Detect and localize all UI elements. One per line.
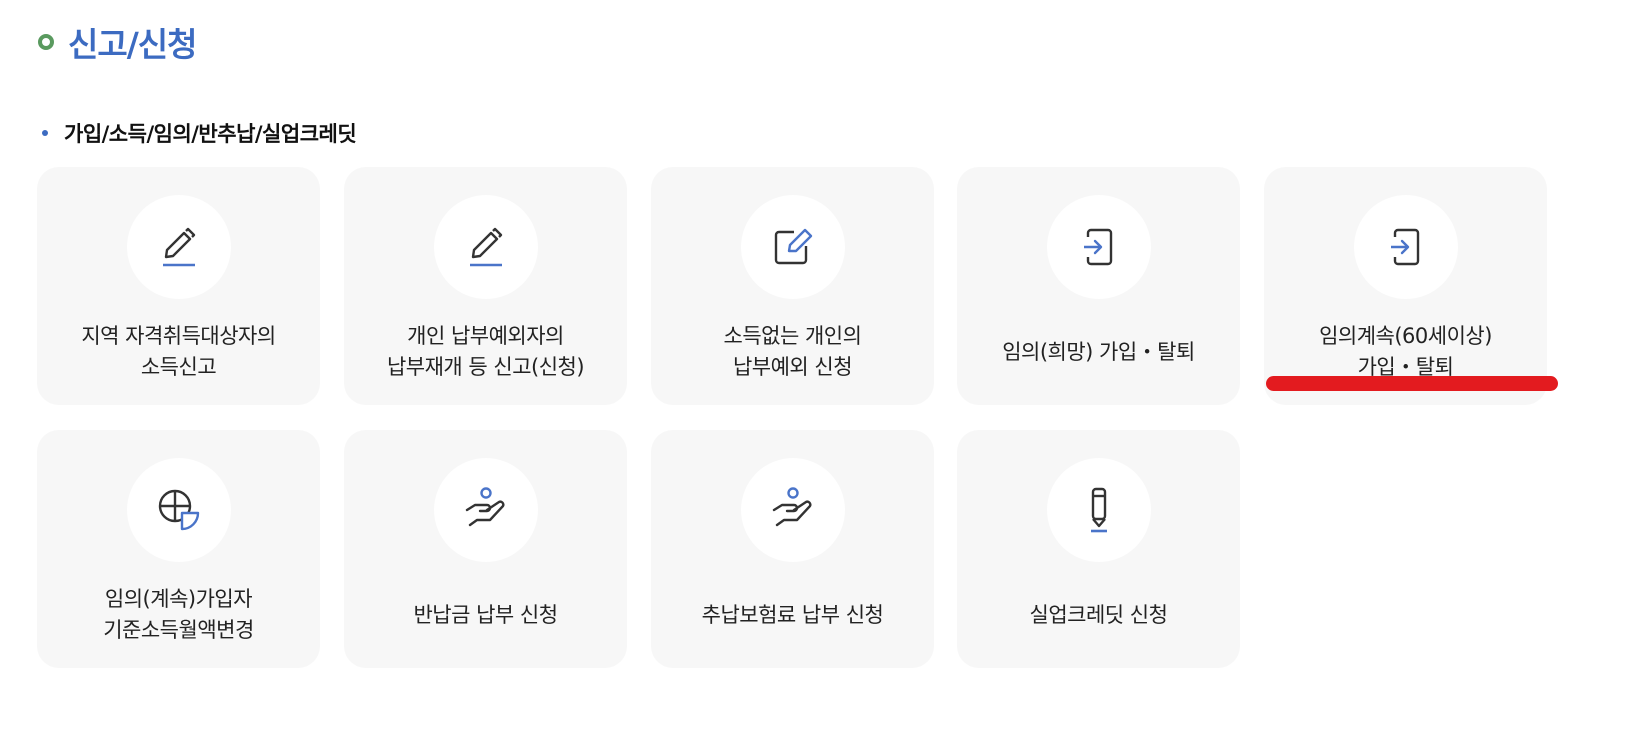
card-label: 반납금 납부 신청 (344, 562, 627, 668)
card-payment-exception[interactable]: 소득없는 개인의 납부예외 신청 (651, 167, 934, 405)
edit-square-icon (774, 228, 812, 265)
icon-circle (740, 195, 845, 299)
card-label: 실업크레딧 신청 (957, 562, 1240, 668)
card-label: 개인 납부예외자의 납부재개 등 신고(신청) (344, 299, 627, 405)
login-arrow-icon (1083, 228, 1112, 266)
pencil-underline-icon (162, 227, 195, 267)
icon-circle (126, 195, 231, 299)
section-heading: 가입/소득/임의/반추납/실업크레딧 (42, 118, 357, 148)
card-label: 임의(희망) 가입・탈퇴 (957, 299, 1240, 405)
card-refund-payment[interactable]: 반납금 납부 신청 (344, 430, 627, 668)
bullet-icon (42, 130, 48, 136)
card-payment-resume[interactable]: 개인 납부예외자의 납부재개 등 신고(신청) (344, 167, 627, 405)
card-label-line2: 기준소득월액변경 (103, 618, 254, 642)
icon-circle (1353, 195, 1458, 299)
card-label-line1: 소득없는 개인의 (723, 324, 862, 348)
red-underline-annotation (1266, 376, 1558, 391)
card-income-report[interactable]: 지역 자격취득대상자의 소득신고 (37, 167, 320, 405)
card-unemployment-credit[interactable]: 실업크레딧 신청 (957, 430, 1240, 668)
card-income-change[interactable]: 임의(계속)가입자 기준소득월액변경 (37, 430, 320, 668)
card-label-line1: 임의(희망) 가입・탈퇴 (1002, 339, 1195, 364)
card-label: 임의(계속)가입자 기준소득월액변경 (37, 562, 320, 668)
card-label-line1: 추납보험료 납부 신청 (701, 602, 884, 627)
card-label-line2: 납부예외 신청 (732, 355, 853, 379)
card-label: 지역 자격취득대상자의 소득신고 (37, 299, 320, 405)
card-label-line1: 지역 자격취득대상자의 (81, 324, 276, 348)
pen-icon (1090, 487, 1107, 533)
page: 신고/신청 가입/소득/임의/반추납/실업크레딧 지역 자격취득대상자의 소득신… (0, 0, 1642, 735)
hand-giving-icon (465, 487, 504, 527)
card-label-line2: 납부재개 등 신고(신청) (386, 355, 585, 379)
icon-circle (433, 195, 538, 299)
card-label-line1: 개인 납부예외자의 (407, 324, 564, 348)
hand-giving-icon (772, 487, 811, 527)
pencil-underline-icon (469, 227, 502, 267)
card-label-line1: 임의(계속)가입자 (104, 587, 253, 611)
icon-circle (1046, 458, 1151, 562)
title-bullet-icon (38, 34, 54, 50)
login-arrow-icon (1390, 228, 1419, 266)
card-label-line1: 임의계속(60세이상) (1319, 324, 1492, 348)
icon-circle (433, 458, 538, 562)
section-title: 가입/소득/임의/반추납/실업크레딧 (64, 122, 357, 146)
card-label: 추납보험료 납부 신청 (651, 562, 934, 668)
card-voluntary-continue[interactable]: 임의계속(60세이상) 가입・탈퇴 (1264, 167, 1547, 405)
card-label-line1: 실업크레딧 신청 (1029, 602, 1168, 627)
card-voluntary-join[interactable]: 임의(희망) 가입・탈퇴 (957, 167, 1240, 405)
icon-circle (126, 458, 231, 562)
card-label: 소득없는 개인의 납부예외 신청 (651, 299, 934, 405)
icon-circle (1046, 195, 1151, 299)
card-label-line2: 소득신고 (140, 355, 217, 379)
page-title: 신고/신청 (68, 25, 197, 64)
card-late-payment[interactable]: 추납보험료 납부 신청 (651, 430, 934, 668)
card-label-line1: 반납금 납부 신청 (413, 602, 558, 627)
icon-circle (740, 458, 845, 562)
pie-chart-icon (158, 489, 199, 531)
title-row: 신고/신청 (38, 18, 197, 66)
